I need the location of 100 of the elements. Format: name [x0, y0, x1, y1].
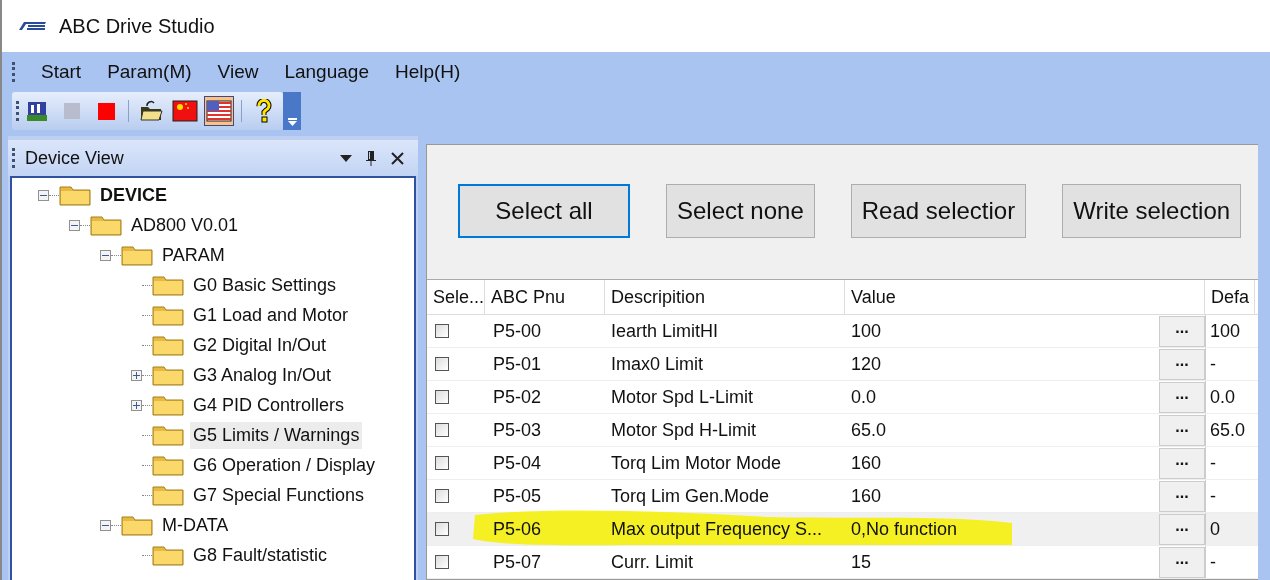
row-checkbox[interactable] [435, 423, 449, 437]
table-cell-text: Torq Lim Motor Mode [611, 451, 782, 475]
row-checkbox[interactable] [435, 555, 449, 569]
table-cell-text: 100 [1210, 319, 1241, 343]
table-cell-text: Motor Spd L-Limit [611, 385, 754, 409]
tree-item[interactable]: DEVICE [97, 181, 171, 209]
tree-item[interactable]: G7 Special Functions [190, 481, 368, 509]
ellipsis-button[interactable]: ... [1159, 348, 1205, 380]
table-cell-text: - [1210, 451, 1216, 475]
table-cell-text: P5-02 [493, 385, 542, 409]
row-checkbox[interactable] [435, 489, 449, 503]
table-cell-text: 0.0 [851, 385, 878, 409]
folder-icon [152, 304, 184, 326]
folder-icon [152, 364, 184, 386]
action-button[interactable]: Select all [458, 184, 630, 238]
tree-item[interactable]: G5 Limits / Warnings [190, 421, 363, 449]
tree-item[interactable]: AD800 V0.01 [128, 211, 242, 239]
row-checkbox[interactable] [435, 522, 449, 536]
table-cell-text: P5-05 [493, 484, 542, 508]
flag-icon[interactable] [204, 96, 234, 126]
folder-icon [152, 424, 184, 446]
column-header[interactable]: Descripition [605, 280, 845, 314]
folder-icon [152, 484, 184, 506]
table-cell-text: 120 [851, 352, 883, 376]
tree-item[interactable]: G0 Basic Settings [190, 271, 340, 299]
table-cell-text: Max output Frequency S... [611, 517, 823, 541]
window-title: ABC Drive Studio [59, 14, 215, 39]
tree-item[interactable]: G1 Load and Motor [190, 301, 352, 329]
tree-item[interactable]: G2 Digital In/Out [190, 331, 330, 359]
column-header[interactable]: ABC Pnu [485, 280, 605, 314]
tree-item[interactable]: G6 Operation / Display [190, 451, 379, 479]
row-checkbox[interactable] [435, 390, 449, 404]
table-cell-text: P5-07 [493, 550, 542, 574]
folder-icon [59, 184, 91, 206]
menu-item[interactable]: Param(M) [95, 57, 192, 87]
collapse-icon[interactable] [100, 249, 111, 261]
collapse-icon[interactable] [69, 219, 80, 231]
pin-icon[interactable] [365, 150, 377, 166]
table-cell-text: P5-00 [493, 319, 542, 343]
table-cell-text: P5-03 [493, 418, 542, 442]
table-cell-text: 65.0 [851, 418, 888, 442]
folder-icon [152, 394, 184, 416]
tree-item[interactable]: M-DATA [159, 511, 232, 539]
table-cell-text: Torq Lim Gen.Mode [611, 484, 770, 508]
folder-icon [152, 454, 184, 476]
table-cell-text: 160 [851, 451, 883, 475]
ellipsis-button[interactable]: ... [1159, 414, 1205, 446]
panel-title: Device View [25, 146, 125, 170]
close-icon[interactable] [391, 151, 404, 165]
toolbar-overflow-button[interactable] [283, 92, 301, 130]
folder-icon [152, 544, 184, 566]
table-cell-text: 65.0 [1210, 418, 1246, 442]
dropdown-icon[interactable] [339, 153, 353, 163]
menu-item[interactable]: Start [29, 57, 82, 87]
menu-item[interactable]: Help(H) [382, 57, 461, 87]
table-cell-text: P5-06 [493, 517, 542, 541]
table-cell-text: P5-01 [493, 352, 542, 376]
collapse-icon[interactable] [38, 189, 49, 201]
ellipsis-button[interactable]: ... [1159, 315, 1205, 347]
table-cell-text: 0 [1210, 517, 1220, 541]
ellipsis-button[interactable]: ... [1159, 447, 1205, 479]
collapse-icon[interactable] [100, 519, 111, 531]
table-cell-text: 0,No function [851, 517, 959, 541]
action-button[interactable]: Read selectior [850, 184, 1027, 238]
table-cell-text: - [1210, 484, 1216, 508]
tree-item[interactable]: G4 PID Controllers [190, 391, 348, 419]
table-cell-text: Imax0 Limit [611, 352, 704, 376]
action-button[interactable]: Select none [666, 184, 815, 238]
folder-icon [90, 214, 122, 236]
folder-icon [121, 244, 153, 266]
column-header[interactable]: Sele... [427, 280, 485, 314]
ellipsis-button[interactable]: ... [1159, 513, 1205, 545]
row-checkbox[interactable] [435, 357, 449, 371]
expand-icon[interactable] [131, 369, 142, 381]
overflow-icon [287, 118, 297, 126]
column-header[interactable]: Defa [1205, 280, 1255, 314]
table-cell-text: 0.0 [1210, 385, 1236, 409]
ellipsis-button[interactable]: ... [1159, 381, 1205, 413]
table-cell-text: 15 [851, 550, 873, 574]
tree-item[interactable]: PARAM [159, 241, 228, 269]
tree-item[interactable]: G3 Analog In/Out [190, 361, 335, 389]
ellipsis-button[interactable]: ... [1159, 480, 1205, 512]
ellipsis-button[interactable]: ... [1159, 546, 1205, 578]
action-button[interactable]: Write selection [1062, 184, 1242, 238]
table-cell-text: 160 [851, 484, 883, 508]
column-header[interactable]: Value [845, 280, 1205, 314]
table-cell-text: - [1210, 352, 1216, 376]
row-checkbox[interactable] [435, 324, 449, 338]
folder-icon [152, 274, 184, 296]
table-cell-text: P5-04 [493, 451, 542, 475]
expand-icon[interactable] [131, 399, 142, 411]
table-cell-text: 100 [851, 319, 883, 343]
row-checkbox[interactable] [435, 456, 449, 470]
menu-item[interactable]: View [205, 57, 259, 87]
menu-item[interactable]: Language [272, 57, 369, 87]
folder-icon [121, 514, 153, 536]
tree-item[interactable]: G8 Fault/statistic [190, 541, 331, 569]
folder-icon [152, 334, 184, 356]
logo-icon [19, 21, 47, 31]
table-cell-text: Motor Spd H-Limit [611, 418, 757, 442]
